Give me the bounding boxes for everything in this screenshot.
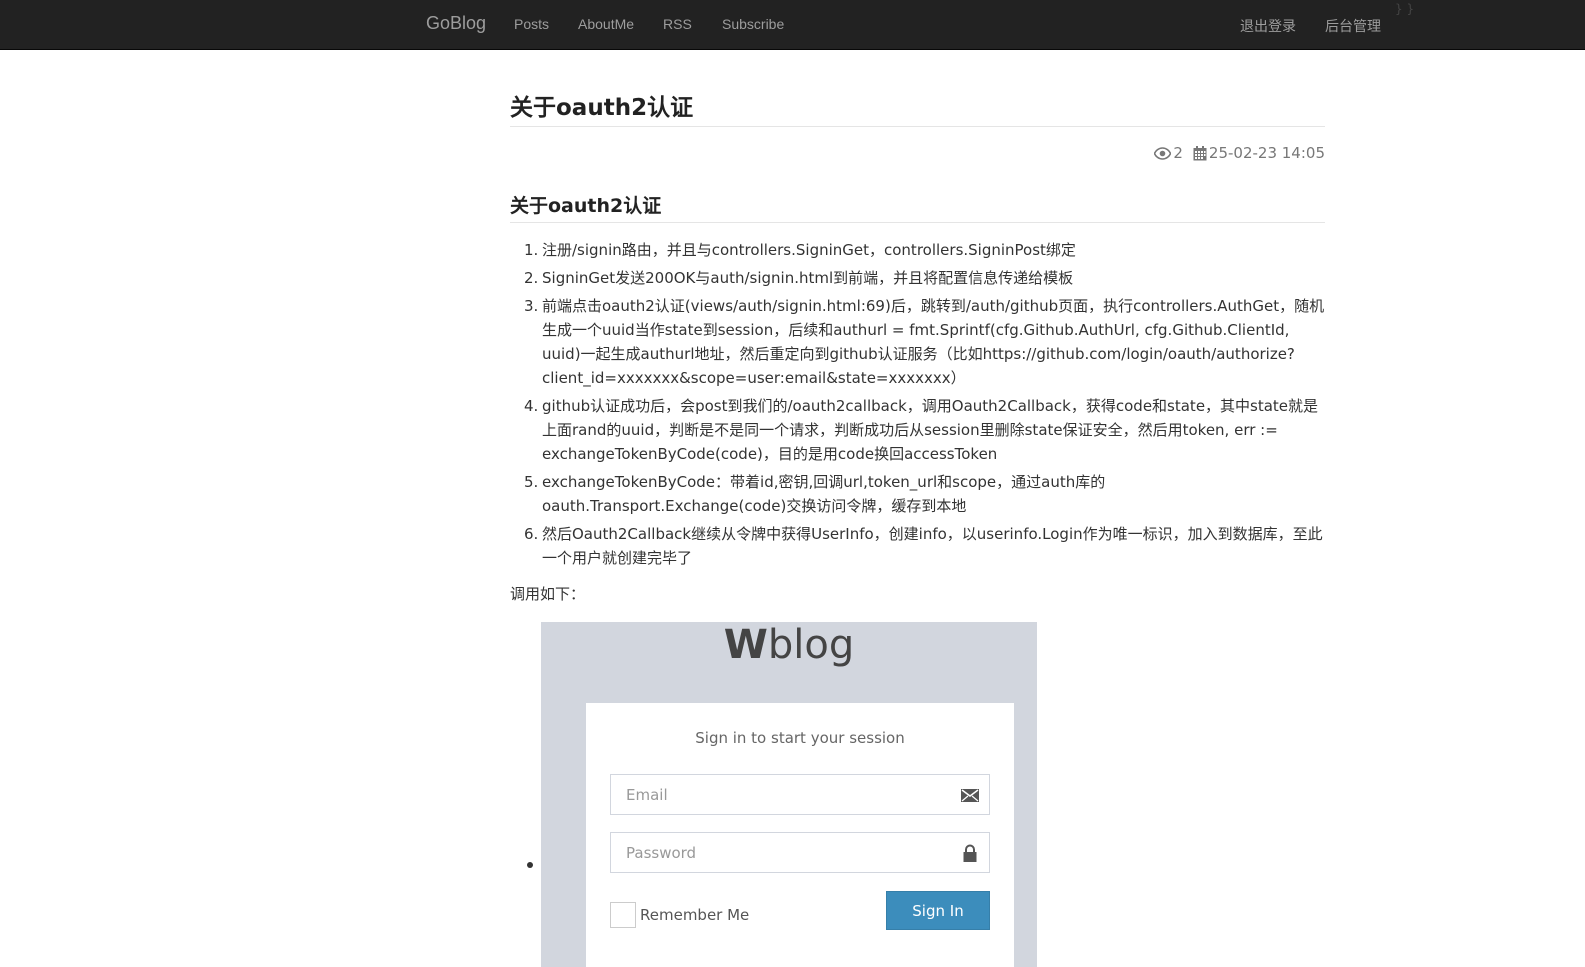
heading-divider (510, 222, 1325, 223)
steps-list: 1. 注册/signin路由，并且与controllers.SigninGet，c… (510, 238, 1325, 574)
list-item: 1. 注册/signin路由，并且与controllers.SigninGet，c… (524, 241, 1076, 259)
navbar-ghost-text: } } (1395, 2, 1415, 16)
login-message: Sign in to start your session (695, 729, 905, 747)
list-bullet (527, 862, 533, 868)
logo-bold: W (723, 622, 768, 668)
login-box: Sign in to start your session Remember M… (586, 703, 1014, 967)
password-input[interactable] (611, 833, 931, 872)
list-item: 6. 然后Oauth2Callback继续从令牌中获得UserInfo，创建inf… (524, 525, 1323, 567)
signin-button[interactable]: Sign In (886, 891, 990, 930)
brand-link[interactable]: GoBlog (426, 13, 486, 34)
call-label: 调用如下： (510, 585, 586, 603)
email-field (610, 774, 990, 815)
password-field (610, 832, 990, 873)
list-item: 3. 前端点击oauth2认证(views/auth/signin.html:69… (524, 297, 1325, 387)
login-screenshot: Wblog Sign in to start your session Reme… (541, 622, 1037, 967)
list-item: 2. SigninGet发送200OK与auth/signin.html到前端，并… (524, 269, 1074, 287)
logo-light: blog (767, 622, 855, 668)
envelope-icon (961, 789, 979, 802)
post-date: 25-02-23 14:05 (1208, 144, 1325, 162)
nav-subscribe[interactable]: Subscribe (722, 16, 784, 32)
lock-icon (963, 844, 977, 862)
nav-posts[interactable]: Posts (514, 16, 549, 32)
top-navbar: GoBlog Posts AboutMe RSS Subscribe 退出登录 … (0, 0, 1585, 50)
post-title: 关于oauth2认证 (510, 95, 694, 121)
nav-admin[interactable]: 后台管理 (1325, 16, 1381, 36)
wblog-logo: Wblog (541, 622, 1037, 682)
calendar-icon (1193, 145, 1207, 160)
nav-logout[interactable]: 退出登录 (1240, 16, 1296, 36)
view-count: 2 (1173, 144, 1183, 162)
remember-label: Remember Me (640, 906, 750, 924)
nav-rss[interactable]: RSS (663, 16, 692, 32)
step-text: 注册/signin路由，并且与controllers.SigninGet，con… (542, 241, 1076, 259)
step-text: 然后Oauth2Callback继续从令牌中获得UserInfo，创建info，… (542, 525, 1323, 567)
post-meta: 2 25-02-23 14:05 (1154, 144, 1325, 162)
step-text: 前端点击oauth2认证(views/auth/signin.html:69)后… (542, 297, 1325, 387)
step-text: exchangeTokenByCode：带着id,密钥,回调url,token_… (542, 473, 1106, 515)
eye-icon (1154, 146, 1172, 160)
section-heading: 关于oauth2认证 (510, 195, 662, 217)
nav-aboutme[interactable]: AboutMe (578, 16, 634, 32)
title-divider (510, 126, 1325, 127)
list-item: 5. exchangeTokenByCode：带着id,密钥,回调url,toke… (524, 473, 1106, 515)
step-text: SigninGet发送200OK与auth/signin.html到前端，并且将… (542, 269, 1074, 287)
email-input[interactable] (611, 775, 931, 814)
list-item: 4. github认证成功后，会post到我们的/oauth2callback，调… (524, 397, 1319, 463)
remember-checkbox[interactable] (610, 902, 636, 928)
step-text: github认证成功后，会post到我们的/oauth2callback，调用O… (542, 397, 1319, 463)
